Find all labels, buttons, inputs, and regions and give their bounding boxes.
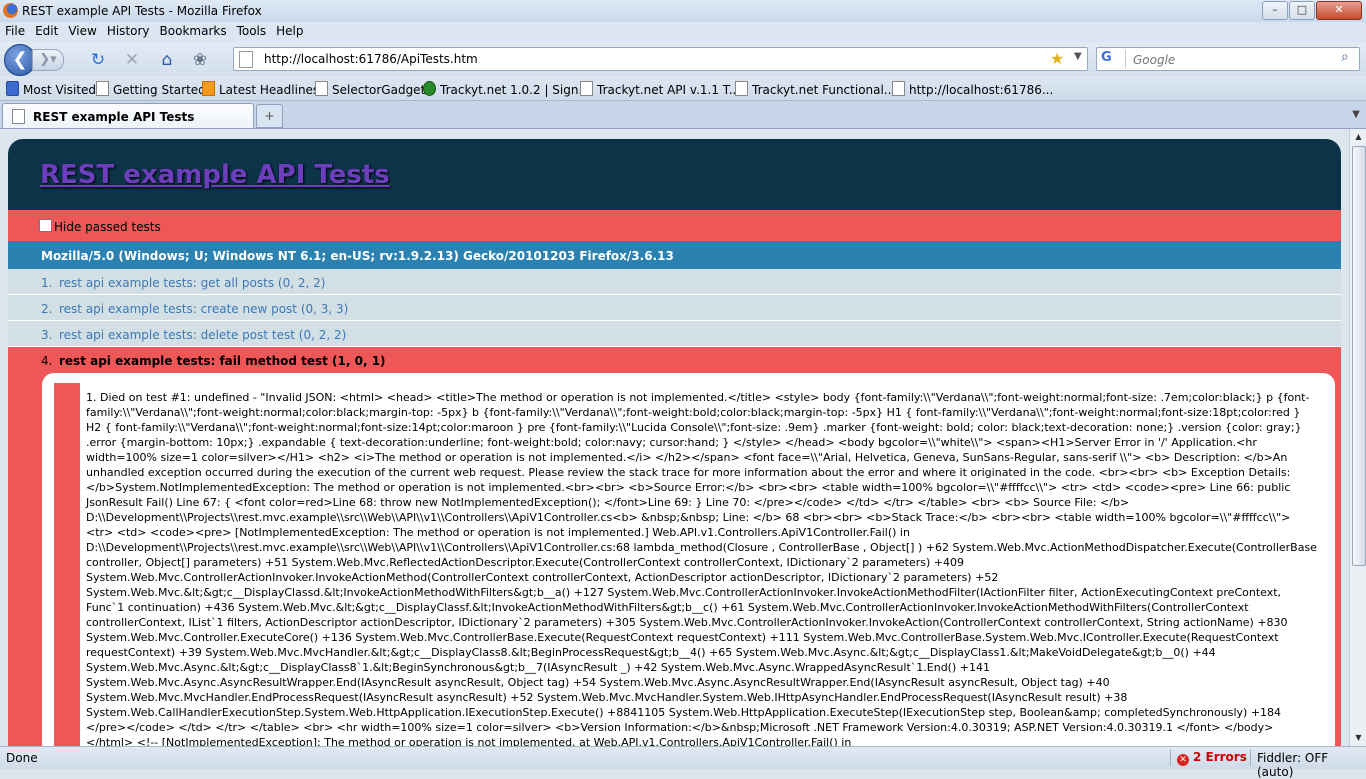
page-icon bbox=[580, 81, 593, 96]
test-number: 2. bbox=[41, 302, 53, 316]
url-input[interactable] bbox=[262, 50, 1046, 68]
scroll-up-icon[interactable]: ▲ bbox=[1350, 129, 1366, 145]
failure-details-box: 1. Died on test #1: undefined - "Invalid… bbox=[42, 373, 1335, 746]
firefox-logo-icon bbox=[3, 3, 18, 18]
forward-arrow-icon: ❯▾ bbox=[39, 52, 57, 67]
page-header: REST example API Tests bbox=[8, 139, 1341, 210]
menu-view[interactable]: View bbox=[63, 22, 101, 38]
page-viewport: REST example API Tests Hide passed tests… bbox=[0, 129, 1348, 746]
url-dropdown-icon[interactable]: ▼ bbox=[1074, 51, 1082, 62]
test-item-pass[interactable]: 2. rest api example tests: create new po… bbox=[8, 295, 1341, 321]
page-icon bbox=[315, 81, 328, 96]
test-number: 4. bbox=[41, 354, 53, 368]
search-icon[interactable]: ⌕ bbox=[1341, 49, 1349, 65]
tab-bar: REST example API Tests + ▼ bbox=[0, 101, 1366, 129]
test-item-pass[interactable]: 1. rest api example tests: get all posts… bbox=[8, 269, 1341, 295]
page-title-link[interactable]: REST example API Tests bbox=[40, 160, 390, 190]
failure-marker-bar bbox=[54, 383, 80, 746]
user-agent-bar: Mozilla/5.0 (Windows; U; Windows NT 6.1;… bbox=[8, 241, 1341, 269]
menu-file[interactable]: File bbox=[0, 22, 30, 38]
minimize-button[interactable]: – bbox=[1262, 1, 1288, 20]
failed-test-header: 4. rest api example tests: fail method t… bbox=[8, 347, 1341, 373]
failure-message: 1. Died on test #1: undefined - "Invalid… bbox=[86, 391, 1317, 746]
bookmark-trackyt-functional[interactable]: Trackyt.net Functional... bbox=[735, 81, 895, 97]
test-item-fail[interactable]: 4. rest api example tests: fail method t… bbox=[8, 347, 1341, 746]
menu-bar: File Edit View History Bookmarks Tools Help bbox=[0, 22, 1366, 42]
error-icon: ✕ bbox=[1177, 754, 1189, 766]
menu-bookmarks[interactable]: Bookmarks bbox=[155, 22, 232, 38]
page-icon bbox=[892, 81, 905, 96]
stop-icon[interactable]: ✕ bbox=[122, 50, 142, 70]
bookmark-latest-headlines[interactable]: Latest Headlines bbox=[202, 81, 319, 97]
hide-passed-label[interactable]: Hide passed tests bbox=[54, 220, 161, 234]
back-arrow-icon: ❮ bbox=[12, 49, 28, 70]
test-item-pass[interactable]: 3. rest api example tests: delete post t… bbox=[8, 321, 1341, 347]
home-icon[interactable]: ⌂ bbox=[157, 50, 177, 70]
qunit-container: REST example API Tests Hide passed tests… bbox=[8, 139, 1341, 746]
fiddler-status[interactable]: Fiddler: OFF (auto) bbox=[1257, 751, 1366, 779]
bookmark-selectorgadget[interactable]: SelectorGadget bbox=[315, 81, 425, 97]
bookmark-getting-started[interactable]: Getting Started bbox=[96, 81, 206, 97]
selectorgadget-icon[interactable]: ❀ bbox=[190, 50, 210, 70]
maximize-button[interactable]: □ bbox=[1289, 1, 1315, 20]
window-titlebar: REST example API Tests - Mozilla Firefox… bbox=[0, 0, 1366, 22]
test-name[interactable]: rest api example tests: create new post … bbox=[59, 302, 348, 316]
page-icon bbox=[239, 51, 253, 68]
test-number: 1. bbox=[41, 276, 53, 290]
hide-passed-checkbox[interactable] bbox=[39, 219, 52, 232]
reload-icon[interactable]: ↻ bbox=[88, 50, 108, 70]
bookmark-trackyt-api[interactable]: Trackyt.net API v.1.1 T... bbox=[580, 81, 740, 97]
close-window-button[interactable]: ✕ bbox=[1316, 1, 1362, 20]
window-title: REST example API Tests - Mozilla Firefox bbox=[22, 4, 262, 18]
tab-label: REST example API Tests bbox=[33, 110, 195, 124]
new-tab-button[interactable]: + bbox=[256, 104, 283, 128]
most-visited-icon bbox=[6, 81, 19, 96]
url-bar[interactable]: ★ ▼ bbox=[233, 47, 1088, 71]
page-icon bbox=[12, 109, 25, 124]
page-icon bbox=[735, 81, 748, 96]
rss-icon bbox=[202, 81, 215, 96]
test-name[interactable]: rest api example tests: delete post test… bbox=[59, 328, 346, 342]
page-icon bbox=[96, 81, 109, 96]
search-bar[interactable]: G ⌕ bbox=[1096, 47, 1360, 71]
status-text: Done bbox=[6, 751, 38, 765]
user-agent-text: Mozilla/5.0 (Windows; U; Windows NT 6.1;… bbox=[41, 249, 674, 263]
search-input[interactable] bbox=[1131, 51, 1335, 69]
status-bar: Done ✕ 2 Errors Fiddler: OFF (auto) bbox=[0, 746, 1366, 779]
bookmark-most-visited[interactable]: Most Visited bbox=[6, 81, 96, 97]
test-banner: Hide passed tests bbox=[8, 210, 1341, 241]
menu-history[interactable]: History bbox=[102, 22, 155, 38]
vertical-scrollbar[interactable]: ▲ ▼ bbox=[1349, 129, 1366, 746]
bookmark-localhost[interactable]: http://localhost:61786... bbox=[892, 81, 1053, 97]
trackyt-icon bbox=[423, 81, 436, 96]
google-icon[interactable]: G bbox=[1101, 50, 1117, 66]
test-name[interactable]: rest api example tests: fail method test… bbox=[59, 354, 386, 368]
forward-button[interactable]: ❯▾ bbox=[32, 49, 64, 71]
bookmark-star-icon[interactable]: ★ bbox=[1050, 49, 1064, 68]
bookmarks-toolbar: Most Visited Getting Started Latest Head… bbox=[0, 76, 1366, 101]
scroll-down-icon[interactable]: ▼ bbox=[1350, 730, 1366, 746]
test-name[interactable]: rest api example tests: get all posts (0… bbox=[59, 276, 325, 290]
bookmark-trackyt-signin[interactable]: Trackyt.net 1.0.2 | Sign... bbox=[423, 81, 590, 97]
status-separator bbox=[1170, 749, 1171, 766]
test-number: 3. bbox=[41, 328, 53, 342]
menu-edit[interactable]: Edit bbox=[30, 22, 63, 38]
menu-help[interactable]: Help bbox=[271, 22, 308, 38]
tab-rest-example[interactable]: REST example API Tests bbox=[2, 103, 254, 128]
scrollbar-thumb[interactable] bbox=[1352, 146, 1366, 566]
menu-tools[interactable]: Tools bbox=[232, 22, 272, 38]
error-count[interactable]: ✕ 2 Errors bbox=[1177, 750, 1247, 766]
status-separator bbox=[1250, 749, 1251, 766]
search-separator bbox=[1125, 50, 1126, 68]
list-all-tabs-icon[interactable]: ▼ bbox=[1347, 105, 1365, 125]
